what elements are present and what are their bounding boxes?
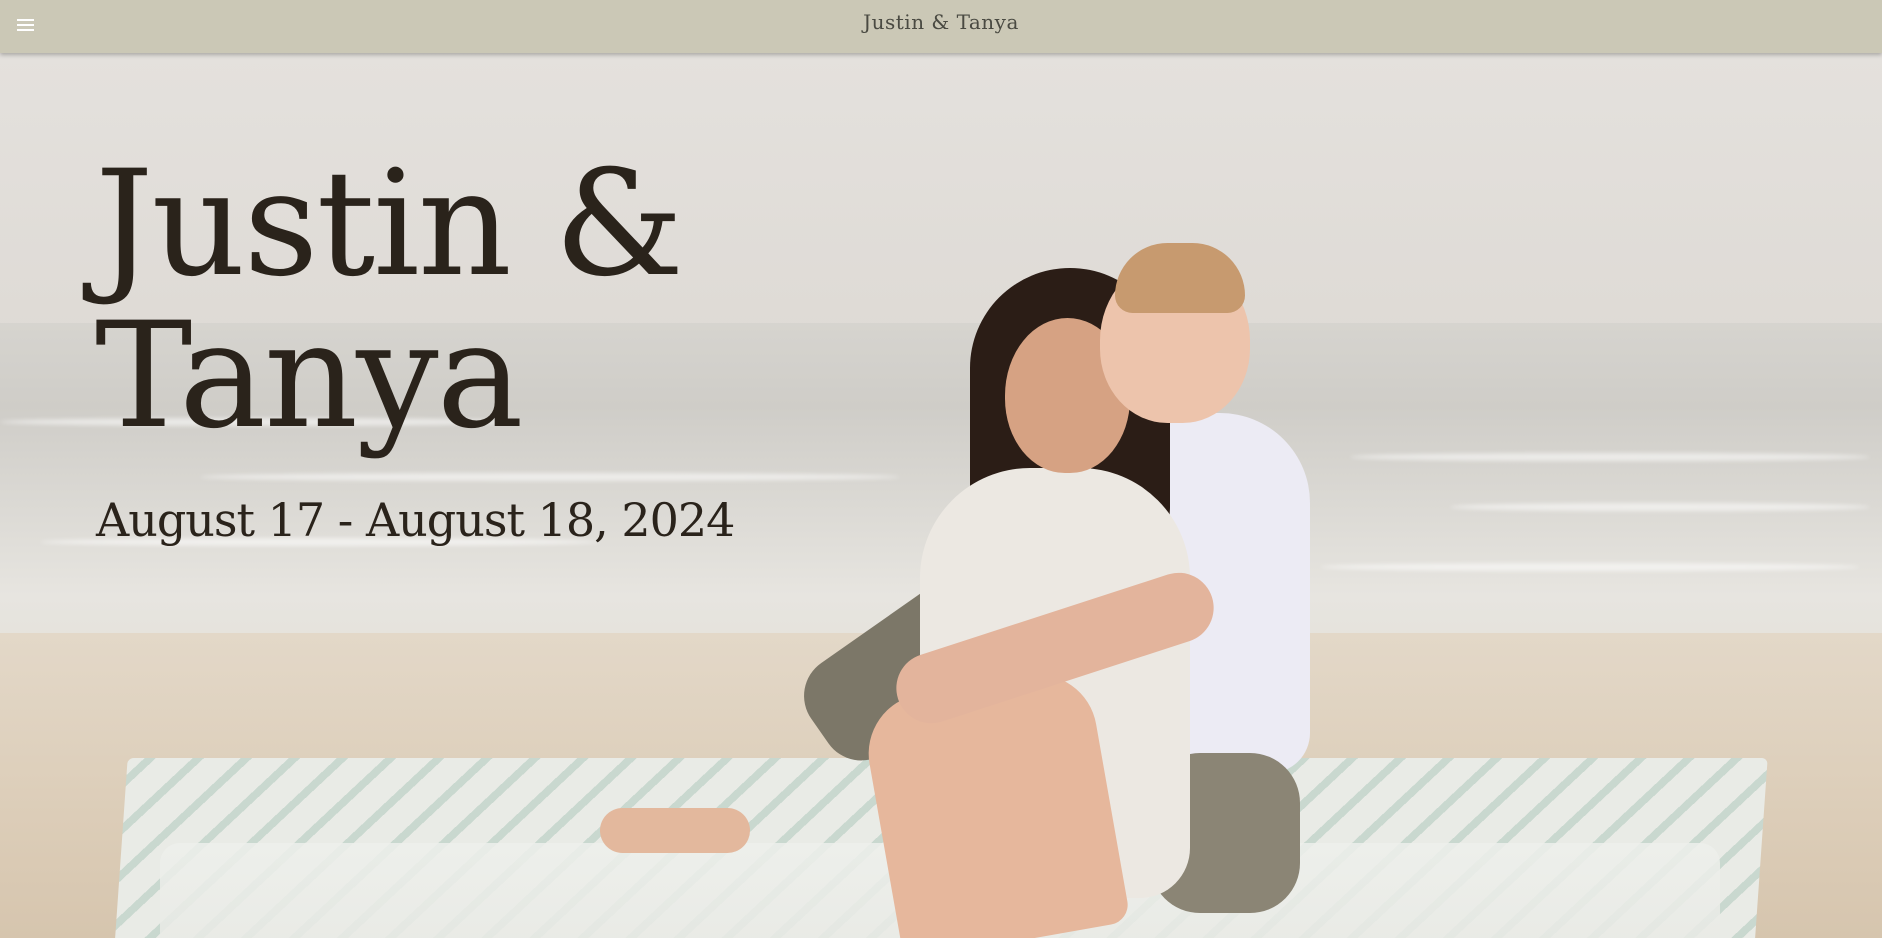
top-navigation-bar: Justin & Tanya (0, 0, 1882, 53)
hero-heading-line2: Tanya (95, 291, 524, 461)
site-title[interactable]: Justin & Tanya (0, 10, 1882, 34)
hero-section: Justin & Tanya August 17 - August 18, 20… (0, 53, 1882, 938)
wedding-home-page: Justin & Tanya Justin & Tanya August 17 … (0, 0, 1882, 938)
hero-heading-line1: Justin & (95, 139, 684, 309)
hero-heading: Justin & Tanya (95, 148, 695, 452)
event-dates: August 17 - August 18, 2024 (96, 493, 735, 547)
